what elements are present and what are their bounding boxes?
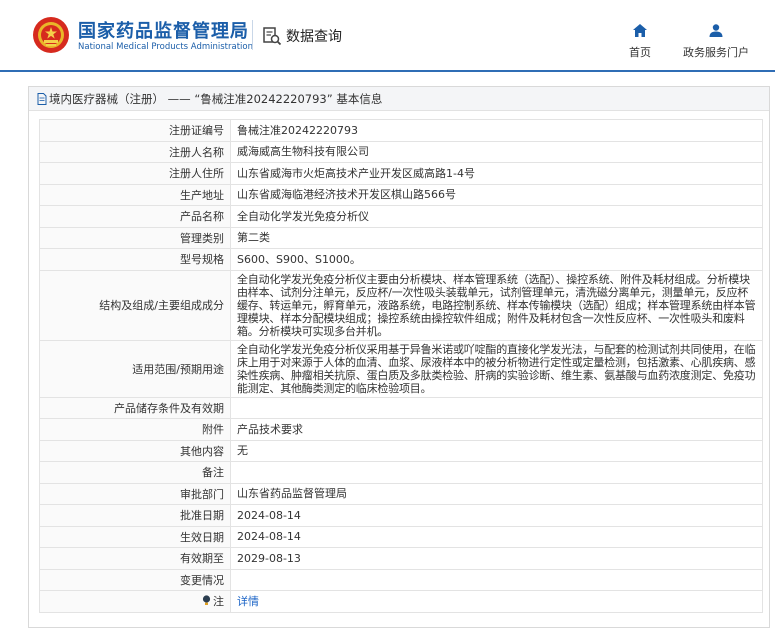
field-label: 型号规格 (39, 248, 231, 271)
table-row: 附件 产品技术要求 (39, 418, 763, 441)
table-row: 生效日期 2024-08-14 (39, 525, 763, 548)
agency-name-en: National Medical Products Administration (78, 42, 253, 52)
table-row: 其他内容无 (39, 439, 763, 462)
breadcrumb-current: “鲁械注准20242220793” 基本信息 (194, 92, 383, 106)
data-query-icon (263, 27, 282, 46)
field-value: 山东省药品监督管理局 (230, 482, 763, 505)
field-value: S600、S900、S1000。 (230, 248, 763, 271)
field-label: 生效日期 (39, 525, 231, 548)
field-label: 有效期至 (39, 547, 231, 570)
field-label: 适用范围/预期用途 (39, 339, 231, 398)
field-value: 第二类 (230, 226, 763, 249)
field-label: 批准日期 (39, 504, 231, 527)
field-value: 全自动化学发光免疫分析仪采用基于异鲁米诺或吖啶酯的直接化学发光法，与配套的检测试… (230, 339, 763, 398)
breadcrumb-category-link[interactable]: 境内医疗器械（注册） (49, 92, 164, 106)
table-row: 注 详情 (39, 590, 763, 613)
field-value: 2029-08-13 (230, 547, 763, 570)
home-icon (633, 24, 647, 37)
detail-panel: 境内医疗器械（注册） —— “鲁械注准20242220793” 基本信息 注册证… (28, 86, 770, 628)
field-label: 管理类别 (39, 226, 231, 249)
data-query-label: 数据查询 (286, 29, 342, 45)
details-link[interactable]: 详情 (237, 595, 259, 608)
site-header: 国家药品监督管理局 National Medical Products Admi… (0, 0, 775, 72)
field-value: 鲁械注准20242220793 (230, 119, 763, 142)
agency-name-cn[interactable]: 国家药品监督管理局 (78, 17, 249, 43)
table-row: 型号规格 S600、S900、S1000。 (39, 248, 763, 271)
table-row: 结构及组成/主要组成成分 全自动化学发光免疫分析仪主要由分析模块、样本管理系统（选… (39, 269, 763, 341)
table-row: 生产地址 山东省威海临港经济技术开发区棋山路566号 (39, 183, 763, 206)
user-icon (709, 24, 723, 37)
field-label: 注册证编号 (39, 119, 231, 142)
field-label: 生产地址 (39, 183, 231, 206)
table-row: 注册人住所 山东省威海市火炬高技术产业开发区威高路1-4号 (39, 162, 763, 185)
field-label: 注 (213, 595, 224, 609)
nav-portal-label: 政务服务门户 (683, 46, 749, 59)
header-divider (252, 20, 253, 50)
field-value: 全自动化学发光免疫分析仪主要由分析模块、样本管理系统（选配）、操控系统、附件及耗… (230, 269, 763, 341)
table-row: 批准日期 2024-08-14 (39, 504, 763, 527)
breadcrumb-separator: —— (167, 92, 191, 106)
field-label: 注册人住所 (39, 162, 231, 185)
field-value (230, 568, 763, 591)
field-label: 变更情况 (39, 568, 231, 591)
nav-home-label: 首页 (629, 46, 651, 59)
field-label: 备注 (39, 461, 231, 484)
field-label: 结构及组成/主要组成成分 (39, 269, 231, 341)
note-label-cell: 注 (39, 590, 231, 613)
field-value: 2024-08-14 (230, 504, 763, 527)
table-row: 注册人名称 威海威高生物科技有限公司 (39, 140, 763, 163)
table-row: 产品名称 全自动化学发光免疫分析仪 (39, 205, 763, 228)
table-row: 变更情况 (39, 568, 763, 591)
field-value: 详情 (230, 590, 763, 613)
table-row: 注册证编号 鲁械注准20242220793 (39, 119, 763, 142)
table-row: 有效期至 2029-08-13 (39, 547, 763, 570)
field-value: 产品技术要求 (230, 418, 763, 441)
table-row: 适用范围/预期用途 全自动化学发光免疫分析仪采用基于异鲁米诺或吖啶酯的直接化学发光… (39, 339, 763, 398)
info-bulb-icon (202, 595, 211, 606)
field-value: 全自动化学发光免疫分析仪 (230, 205, 763, 228)
table-row: 管理类别 第二类 (39, 226, 763, 249)
field-value: 山东省威海临港经济技术开发区棋山路566号 (230, 183, 763, 206)
table-row: 审批部门 山东省药品监督管理局 (39, 482, 763, 505)
field-value (230, 461, 763, 484)
table-row: 备注 (39, 461, 763, 484)
field-label: 产品名称 (39, 205, 231, 228)
field-value: 山东省威海市火炬高技术产业开发区威高路1-4号 (230, 162, 763, 185)
breadcrumb: 境内医疗器械（注册） —— “鲁械注准20242220793” 基本信息 (29, 87, 769, 111)
device-info-table: 注册证编号 鲁械注准20242220793 注册人名称 威海威高生物科技有限公司 注… (39, 119, 763, 613)
field-value: 威海威高生物科技有限公司 (230, 140, 763, 163)
field-value: 无 (230, 439, 763, 462)
field-label: 附件 (39, 418, 231, 441)
national-emblem-logo[interactable] (32, 16, 70, 54)
field-label: 审批部门 (39, 482, 231, 505)
field-label: 注册人名称 (39, 140, 231, 163)
document-icon (37, 93, 47, 105)
table-row: 产品储存条件及有效期 (39, 396, 763, 419)
nav-gov-services-portal[interactable]: 政务服务门户 (676, 22, 756, 60)
field-value (230, 396, 763, 419)
field-value: 2024-08-14 (230, 525, 763, 548)
nav-home[interactable]: 首页 (624, 22, 656, 60)
field-label: 产品储存条件及有效期 (39, 396, 231, 419)
field-label: 其他内容 (39, 439, 231, 462)
data-query-link[interactable]: 数据查询 (262, 26, 342, 46)
